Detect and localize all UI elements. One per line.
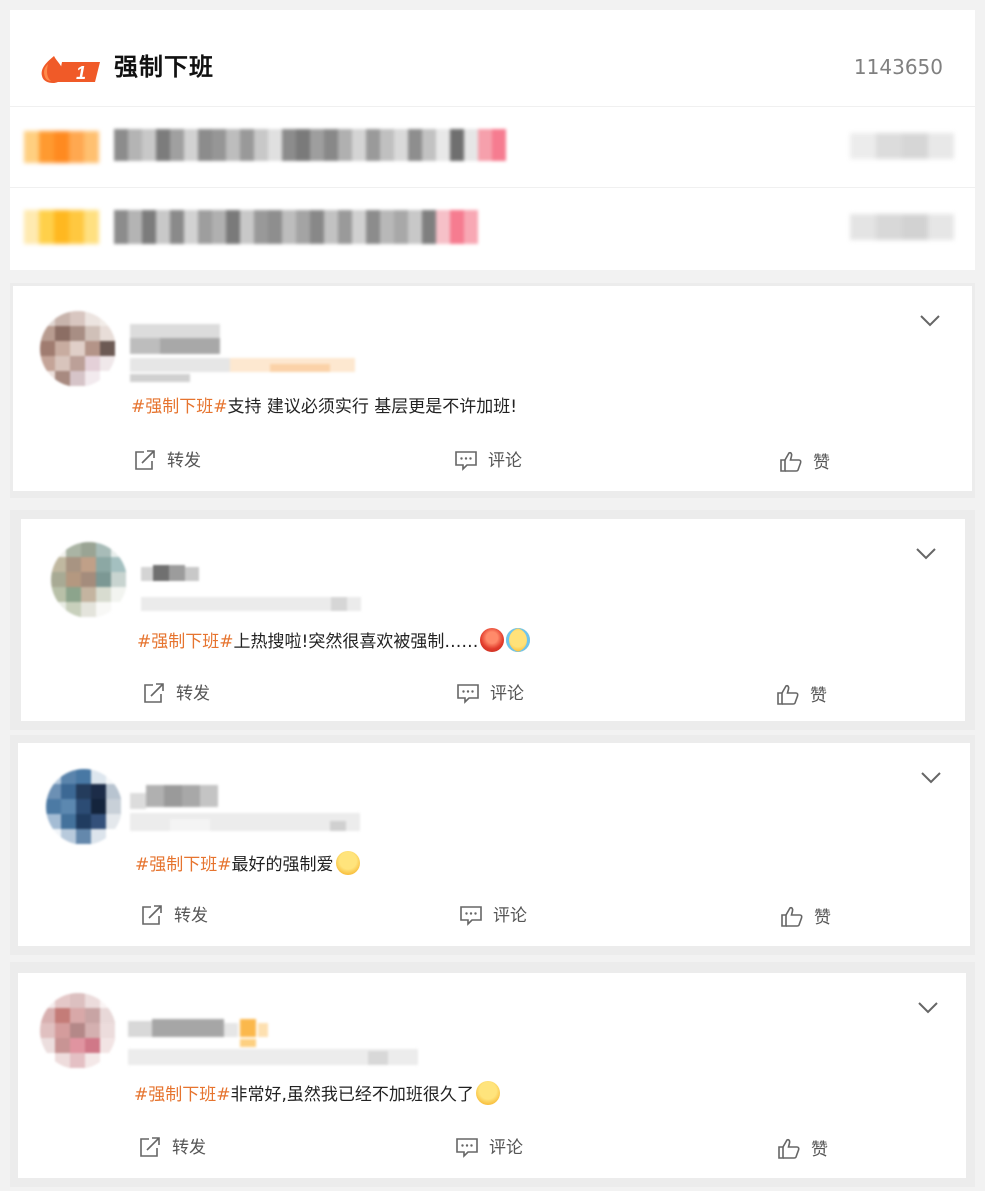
comment-icon (455, 451, 477, 471)
post-card-wrapper: #强制下班#最好的强制爱 转发 评论 赞 (10, 735, 975, 955)
like-button[interactable]: 赞 (777, 1137, 828, 1163)
post-text: 支持 建议必须实行 基层更是不许加班! (227, 397, 518, 417)
comment-icon (456, 1138, 478, 1158)
like-label: 赞 (810, 686, 827, 706)
shushing-face-emoji (475, 1081, 500, 1105)
avatar[interactable] (40, 311, 116, 387)
post-content: #强制下班#非常好,虽然我已经不加班很久了 (134, 1081, 500, 1108)
blurred-username[interactable] (128, 1019, 428, 1069)
comment-button[interactable]: 评论 (459, 903, 527, 929)
avatar[interactable] (46, 769, 122, 845)
trending-topic-title[interactable]: 强制下班 (114, 50, 214, 84)
blurred-topic-title (114, 129, 506, 161)
topic-tag-link[interactable]: #强制下班# (135, 855, 232, 875)
comment-icon (457, 684, 479, 704)
blurred-username[interactable] (141, 565, 371, 615)
blurred-rank-badge (24, 210, 100, 244)
repost-label: 转发 (176, 684, 210, 704)
repost-label: 转发 (172, 1138, 206, 1158)
comment-button[interactable]: 评论 (455, 1135, 523, 1161)
blurred-rank-badge (24, 131, 100, 163)
post-card: #强制下班#最好的强制爱 转发 评论 赞 (18, 743, 970, 946)
like-button[interactable]: 赞 (780, 905, 831, 931)
post-card-wrapper: #强制下班#上热搜啦!突然很喜欢被强制…… 转发 评论 赞 (10, 510, 975, 730)
post-content: #强制下班#最好的强制爱 (135, 851, 360, 878)
trending-topic-card: 1 强制下班 1143650 (10, 10, 975, 270)
chevron-down-icon[interactable] (917, 1001, 939, 1015)
avatar[interactable] (40, 993, 116, 1069)
post-card-wrapper: #强制下班#非常好,虽然我已经不加班很久了 转发 评论 赞 (10, 962, 975, 1187)
tears-of-joy-emoji (506, 628, 531, 652)
topic-tag-link[interactable]: #强制下班# (134, 1085, 231, 1105)
rank-number: 1 (76, 63, 86, 83)
pouting-face-emoji (480, 628, 505, 652)
thumbs-up-icon (781, 906, 803, 927)
repost-icon (144, 683, 164, 703)
repost-button[interactable]: 转发 (140, 903, 208, 929)
post-text: 最好的强制爱 (231, 855, 334, 875)
comment-label: 评论 (493, 906, 527, 926)
like-label: 赞 (811, 1140, 828, 1160)
comment-button[interactable]: 评论 (454, 448, 522, 474)
thumbs-up-icon (777, 684, 799, 705)
chevron-down-icon[interactable] (919, 314, 941, 328)
comment-label: 评论 (488, 451, 522, 471)
blurred-username[interactable] (130, 783, 370, 843)
repost-button[interactable]: 转发 (138, 1135, 206, 1161)
repost-label: 转发 (167, 451, 201, 471)
like-button[interactable]: 赞 (779, 450, 830, 476)
post-content: #强制下班#支持 建议必须实行 基层更是不许加班! (131, 394, 517, 420)
thumbs-up-icon (780, 451, 802, 472)
smirk-face-emoji (335, 851, 360, 875)
post-content: #强制下班#上热搜啦!突然很喜欢被强制…… (137, 628, 531, 655)
comment-icon (460, 906, 482, 926)
chevron-down-icon[interactable] (915, 547, 937, 561)
trending-row-top[interactable]: 1 强制下班 1143650 (10, 26, 975, 107)
post-text: 非常好,虽然我已经不加班很久了 (230, 1085, 474, 1105)
post-text: 上热搜啦!突然很喜欢被强制…… (233, 632, 479, 652)
post-card: #强制下班#支持 建议必须实行 基层更是不许加班! 转发 评论 赞 (13, 286, 972, 491)
repost-label: 转发 (174, 906, 208, 926)
comment-button[interactable]: 评论 (456, 681, 524, 707)
trending-row-blurred[interactable] (10, 107, 975, 188)
post-card: #强制下班#非常好,虽然我已经不加班很久了 转发 评论 赞 (18, 973, 966, 1178)
blurred-username[interactable] (130, 324, 370, 384)
comment-label: 评论 (489, 1138, 523, 1158)
repost-icon (135, 450, 155, 470)
hot-rank-badge: 1 (41, 56, 100, 83)
repost-icon (142, 905, 162, 925)
repost-button[interactable]: 转发 (133, 448, 201, 474)
thumbs-up-icon (778, 1138, 800, 1159)
topic-tag-link[interactable]: #强制下班# (137, 632, 234, 652)
blurred-topic-count (850, 214, 954, 240)
trending-topic-count: 1143650 (853, 55, 943, 79)
post-card-wrapper: #强制下班#支持 建议必须实行 基层更是不许加班! 转发 评论 赞 (10, 283, 975, 498)
like-label: 赞 (813, 453, 830, 473)
blurred-topic-title (114, 210, 478, 244)
post-card: #强制下班#上热搜啦!突然很喜欢被强制…… 转发 评论 赞 (21, 519, 965, 721)
like-label: 赞 (814, 908, 831, 928)
trending-row-blurred[interactable] (10, 188, 975, 268)
repost-button[interactable]: 转发 (142, 681, 210, 707)
avatar[interactable] (51, 542, 127, 618)
topic-tag-link[interactable]: #强制下班# (131, 397, 228, 417)
blurred-topic-count (850, 133, 954, 159)
like-button[interactable]: 赞 (776, 683, 827, 709)
repost-icon (140, 1137, 160, 1157)
chevron-down-icon[interactable] (920, 771, 942, 785)
comment-label: 评论 (490, 684, 524, 704)
